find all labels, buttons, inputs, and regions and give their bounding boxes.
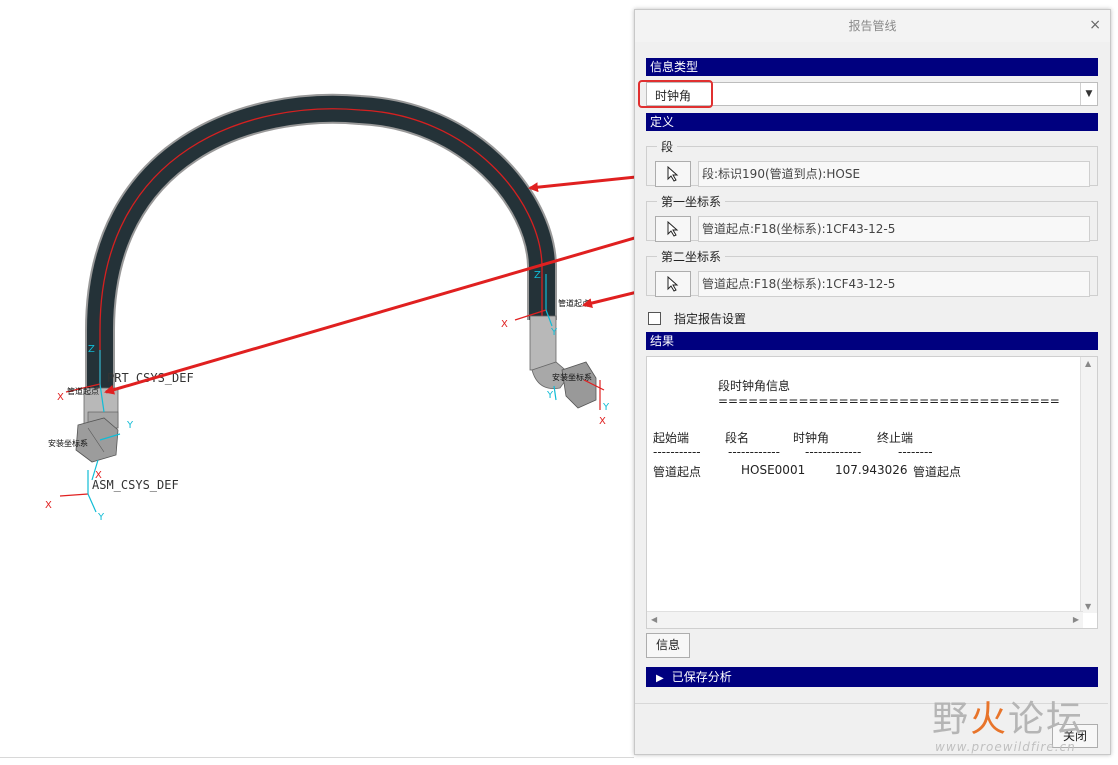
asm-csys-label: ASM_CSYS_DEF	[92, 478, 179, 492]
cad-viewport[interactable]: Z X Y X X Y PRT_CSYS_DEF ASM_CSYS_DEF 管道…	[0, 0, 640, 765]
expand-triangle-icon: ▶	[656, 673, 664, 684]
highlight-annotation	[638, 80, 713, 108]
close-icon[interactable]: ×	[1089, 17, 1101, 33]
second-csys-group: 第二坐标系 管道起点:F18(坐标系):1CF43-12-5	[646, 248, 1098, 297]
info-button[interactable]: 信息	[646, 633, 690, 658]
second-csys-pick-button[interactable]	[655, 271, 691, 297]
horizontal-scrollbar[interactable]: ◀ ▶	[647, 611, 1083, 628]
column-header-end: 终止端	[877, 431, 914, 445]
install-csys-left-label: 安装坐标系	[48, 438, 88, 448]
prt-csys-label: PRT_CSYS_DEF	[107, 371, 194, 385]
svg-text:Z: Z	[534, 270, 541, 281]
report-title: 段时钟角信息	[718, 379, 791, 393]
column-header-segment: 段名	[725, 431, 750, 445]
right-fitting	[529, 315, 597, 409]
segment-legend: 段	[661, 140, 674, 154]
left-fitting	[75, 387, 119, 463]
result-segment-name: HOSE0001	[741, 463, 806, 477]
svg-text:Z: Z	[88, 344, 95, 355]
scroll-right-icon[interactable]: ▶	[1073, 615, 1079, 624]
result-clock-angle: 107.943026	[835, 463, 908, 477]
first-csys-group: 第一坐标系 管道起点:F18(坐标系):1CF43-12-5	[646, 193, 1098, 242]
pipe-start-right-label: 管道起点	[558, 298, 590, 308]
specify-report-settings-checkbox[interactable]	[648, 312, 661, 325]
first-csys-field[interactable]: 管道起点:F18(坐标系):1CF43-12-5	[698, 216, 1090, 242]
viewport-canvas: Z X Y X X Y PRT_CSYS_DEF ASM_CSYS_DEF 管道…	[45, 93, 610, 523]
pipe-start-left-label: 管道起点	[67, 386, 99, 396]
cursor-arrow-icon	[667, 166, 679, 182]
vertical-scrollbar[interactable]: ▲ ▼	[1080, 357, 1097, 613]
svg-text:Y: Y	[602, 402, 610, 413]
second-csys-field[interactable]: 管道起点:F18(坐标系):1CF43-12-5	[698, 271, 1090, 297]
scroll-left-icon[interactable]: ◀	[651, 615, 657, 624]
forum-watermark: 野火论坛 www.proewildfire.cn	[932, 690, 1118, 765]
column-header-start: 起始端	[653, 431, 690, 445]
cursor-arrow-icon	[667, 276, 679, 292]
dialog-title: 报告管线	[635, 10, 1110, 42]
segment-group: 段 段:标识190(管道到点):HOSE	[646, 138, 1098, 187]
report-pipeline-dialog: 报告管线 × 信息类型 时钟角 ▼ 定义 段 段:标识190(管道到点):HOS…	[634, 9, 1111, 755]
saved-analysis-header[interactable]: ▶ 已保存分析	[646, 667, 1098, 687]
svg-text:X: X	[599, 416, 606, 427]
results-textarea[interactable]: 段时钟角信息 =================================…	[646, 356, 1098, 629]
dropdown-arrow-icon[interactable]: ▼	[1080, 83, 1097, 105]
watermark-url: www.proewildfire.cn	[935, 740, 1076, 754]
column-header-clock-angle: 时钟角	[793, 431, 830, 445]
result-end: 管道起点	[913, 465, 962, 479]
svg-text:X: X	[45, 500, 52, 511]
result-start: 管道起点	[653, 465, 702, 479]
dash-end: --------	[898, 445, 933, 459]
report-separator: ==================================	[718, 394, 1060, 408]
svg-text:Y: Y	[126, 420, 134, 431]
cursor-arrow-icon	[667, 221, 679, 237]
specify-report-settings-label: 指定报告设置	[674, 312, 747, 326]
install-csys-right-label: 安装坐标系	[552, 372, 592, 382]
segment-field[interactable]: 段:标识190(管道到点):HOSE	[698, 161, 1090, 187]
info-type-header: 信息类型	[646, 58, 1098, 76]
info-type-select[interactable]: 时钟角 ▼	[646, 82, 1098, 106]
first-csys-pick-button[interactable]	[655, 216, 691, 242]
second-csys-legend: 第二坐标系	[661, 250, 722, 264]
svg-text:X: X	[57, 392, 64, 403]
svg-text:Y: Y	[546, 390, 554, 401]
results-header: 结果	[646, 332, 1098, 350]
scroll-up-icon[interactable]: ▲	[1085, 359, 1091, 368]
dash-clock-angle: -------------	[805, 445, 862, 459]
first-csys-legend: 第一坐标系	[661, 195, 722, 209]
definition-header: 定义	[646, 113, 1098, 131]
scroll-down-icon[interactable]: ▼	[1085, 602, 1091, 611]
svg-text:Y: Y	[550, 327, 558, 338]
viewport-bottom-border	[0, 757, 634, 758]
dash-segment: ------------	[728, 445, 780, 459]
saved-analysis-label: 已保存分析	[671, 670, 732, 684]
svg-text:Y: Y	[97, 512, 105, 523]
svg-text:X: X	[501, 319, 508, 330]
dash-start: -----------	[653, 445, 701, 459]
watermark-logo: 野火论坛	[932, 699, 1085, 740]
segment-pick-button[interactable]	[655, 161, 691, 187]
